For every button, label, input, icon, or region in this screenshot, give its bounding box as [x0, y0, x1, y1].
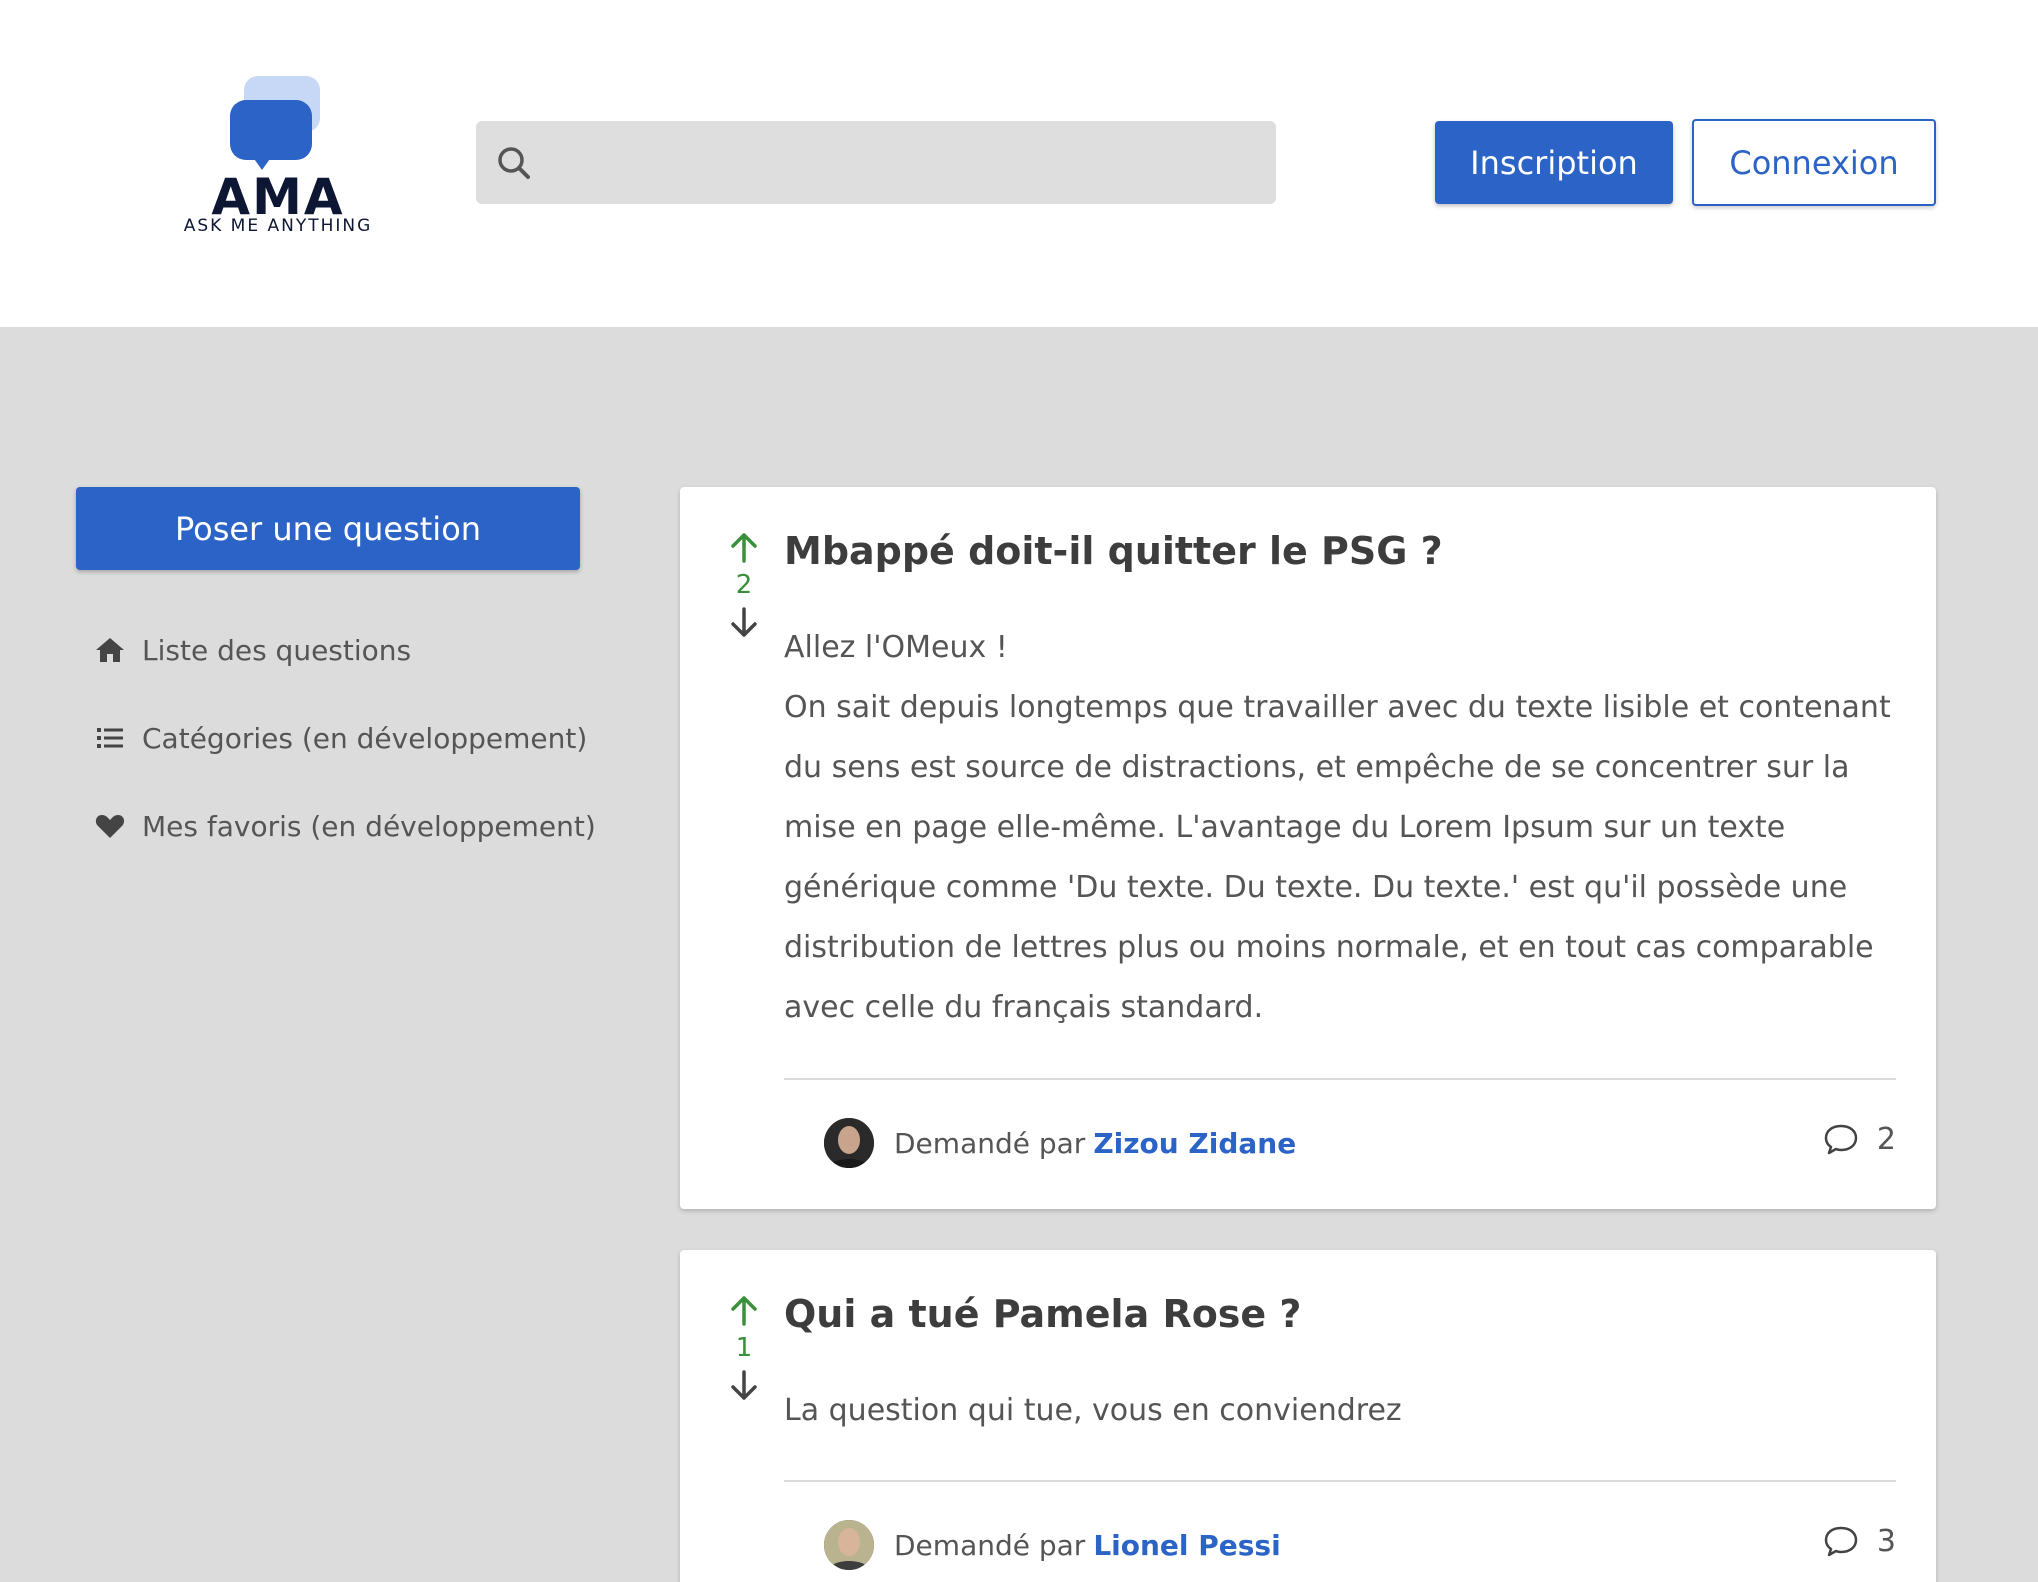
avatar[interactable] — [824, 1520, 874, 1570]
search-icon[interactable] — [494, 143, 534, 183]
avatar-image — [824, 1520, 874, 1570]
downvote-arrow-icon[interactable] — [727, 605, 761, 639]
downvote-arrow-icon[interactable] — [727, 1368, 761, 1402]
avatar-image — [824, 1118, 874, 1168]
ama-logo[interactable]: AMA ASK ME ANYTHING — [178, 76, 378, 236]
signup-button[interactable]: Inscription — [1435, 121, 1673, 204]
author-link[interactable]: Lionel Pessi — [1093, 1529, 1280, 1562]
question-body-line: La question qui tue, vous en conviendrez — [784, 1393, 1402, 1428]
card-divider — [784, 1480, 1896, 1482]
question-card[interactable]: 2 Mbappé doit-il quitter le PSG ? Allez … — [680, 487, 1936, 1209]
sidebar-item-categories[interactable]: Catégories (en développement) — [94, 716, 587, 760]
question-author: Demandé par Zizou Zidane — [824, 1118, 1296, 1168]
login-button[interactable]: Connexion — [1692, 119, 1936, 206]
heart-icon — [95, 815, 125, 838]
question-body-line: générique comme 'Du texte. Du texte. Du … — [784, 870, 1848, 905]
question-card[interactable]: 1 Qui a tué Pamela Rose ? La question qu… — [680, 1250, 1936, 1582]
upvote-arrow-icon[interactable] — [727, 531, 761, 565]
vote-count: 1 — [735, 1333, 753, 1363]
sidebar-item-favorites[interactable]: Mes favoris (en développement) — [94, 804, 596, 848]
comment-count-value: 2 — [1876, 1121, 1896, 1157]
comment-icon — [1824, 1124, 1858, 1155]
asked-by-label: Demandé par — [894, 1126, 1086, 1160]
upvote-arrow-icon[interactable] — [727, 1294, 761, 1328]
logo-subtitle: ASK ME ANYTHING — [183, 216, 373, 236]
sidebar-item-questions[interactable]: Liste des questions — [94, 628, 411, 672]
question-body: La question qui tue, vous en conviendrez — [784, 1381, 1904, 1441]
question-body-line: mise en page elle-même. L'avantage du Lo… — [784, 810, 1786, 845]
question-author: Demandé par Lionel Pessi — [824, 1520, 1281, 1570]
asked-by-label: Demandé par — [894, 1528, 1086, 1562]
comment-count[interactable]: 2 — [1823, 1121, 1896, 1157]
ask-question-button[interactable]: Poser une question — [76, 487, 580, 570]
question-body-line: On sait depuis longtemps que travailler … — [784, 690, 1891, 725]
question-body-line: avec celle du français standard. — [784, 990, 1264, 1025]
vote-control: 2 — [716, 531, 772, 639]
sidebar-item-label: Liste des questions — [142, 633, 412, 667]
list-icon — [97, 728, 123, 748]
question-body-line: Allez l'OMeux ! — [784, 630, 1008, 665]
avatar[interactable] — [824, 1118, 874, 1168]
comment-count-value: 3 — [1876, 1523, 1896, 1559]
vote-count: 2 — [735, 570, 753, 600]
search-bar — [476, 121, 1276, 204]
question-title[interactable]: Mbappé doit-il quitter le PSG ? — [784, 529, 1443, 573]
vote-control: 1 — [716, 1294, 772, 1402]
question-title[interactable]: Qui a tué Pamela Rose ? — [784, 1292, 1301, 1336]
comment-count[interactable]: 3 — [1823, 1523, 1896, 1559]
comment-icon — [1824, 1526, 1858, 1557]
author-link[interactable]: Zizou Zidane — [1093, 1127, 1296, 1160]
top-header: AMA ASK ME ANYTHING Inscription Connexio… — [0, 0, 2038, 327]
home-icon — [96, 638, 124, 662]
question-body-line: distribution de lettres plus ou moins no… — [784, 930, 1874, 965]
search-input[interactable] — [546, 121, 1266, 204]
question-body: Allez l'OMeux ! On sait depuis longtemps… — [784, 618, 1904, 1038]
card-divider — [784, 1078, 1896, 1080]
question-body-line: du sens est source de distractions, et e… — [784, 750, 1850, 785]
sidebar-item-label: Mes favoris (en développement) — [142, 809, 596, 843]
sidebar-item-label: Catégories (en développement) — [142, 721, 588, 755]
logo-bubble-front — [230, 100, 312, 160]
